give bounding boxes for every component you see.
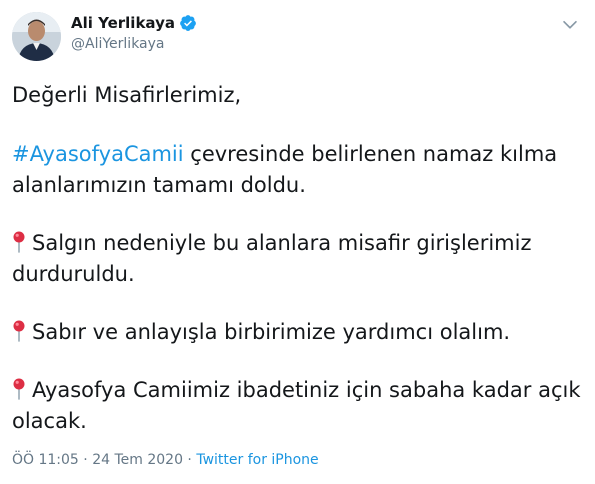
round-pushpin-icon (13, 231, 25, 253)
tweet-point-2-text: Sabır ve anlayışla birbirimize yardımcı … (32, 320, 511, 344)
round-pushpin-icon (13, 320, 25, 342)
meta-separator: · (182, 452, 197, 468)
author-display-name[interactable]: Ali Yerlikaya (71, 14, 175, 32)
hashtag-link[interactable]: #AyasofyaCamii (12, 142, 184, 166)
tweet-metadata: ÖÖ 11:05 · 24 Tem 2020 · Twitter for iPh… (12, 452, 319, 468)
author-handle[interactable]: @AliYerlikaya (71, 36, 165, 52)
tweet-text: Değerli Misafirlerimiz, #AyasofyaCamii ç… (12, 80, 584, 437)
tweet-card: Ali Yerlikaya @AliYerlikaya Değerli Misa… (0, 0, 595, 484)
tweet-paragraph-hashtag: #AyasofyaCamii çevresinde belirlenen nam… (12, 139, 584, 201)
verified-badge-icon (180, 15, 196, 31)
meta-separator: · (78, 452, 93, 468)
tweet-time[interactable]: ÖÖ 11:05 (12, 452, 79, 468)
avatar[interactable] (12, 12, 61, 61)
tweet-point-2: Sabır ve anlayışla birbirimize yardımcı … (12, 317, 584, 348)
tweet-point-1: Salgın nedeniyle bu alanlara misafir gir… (12, 228, 584, 290)
tweet-date[interactable]: 24 Tem 2020 (92, 452, 183, 468)
user-avatar-photo-icon (12, 12, 61, 61)
tweet-point-3: Ayasofya Camiimiz ibadetiniz için sabaha… (12, 375, 584, 437)
tweet-point-1-text: Salgın nedeniyle bu alanlara misafir gir… (12, 231, 532, 286)
chevron-down-icon[interactable] (559, 14, 581, 36)
author-name-row: Ali Yerlikaya (71, 14, 197, 32)
tweet-greeting: Değerli Misafirlerimiz, (12, 83, 242, 107)
round-pushpin-icon (13, 378, 25, 400)
tweet-source-link[interactable]: Twitter for iPhone (196, 452, 318, 468)
tweet-point-3-text: Ayasofya Camiimiz ibadetiniz için sabaha… (12, 378, 581, 433)
